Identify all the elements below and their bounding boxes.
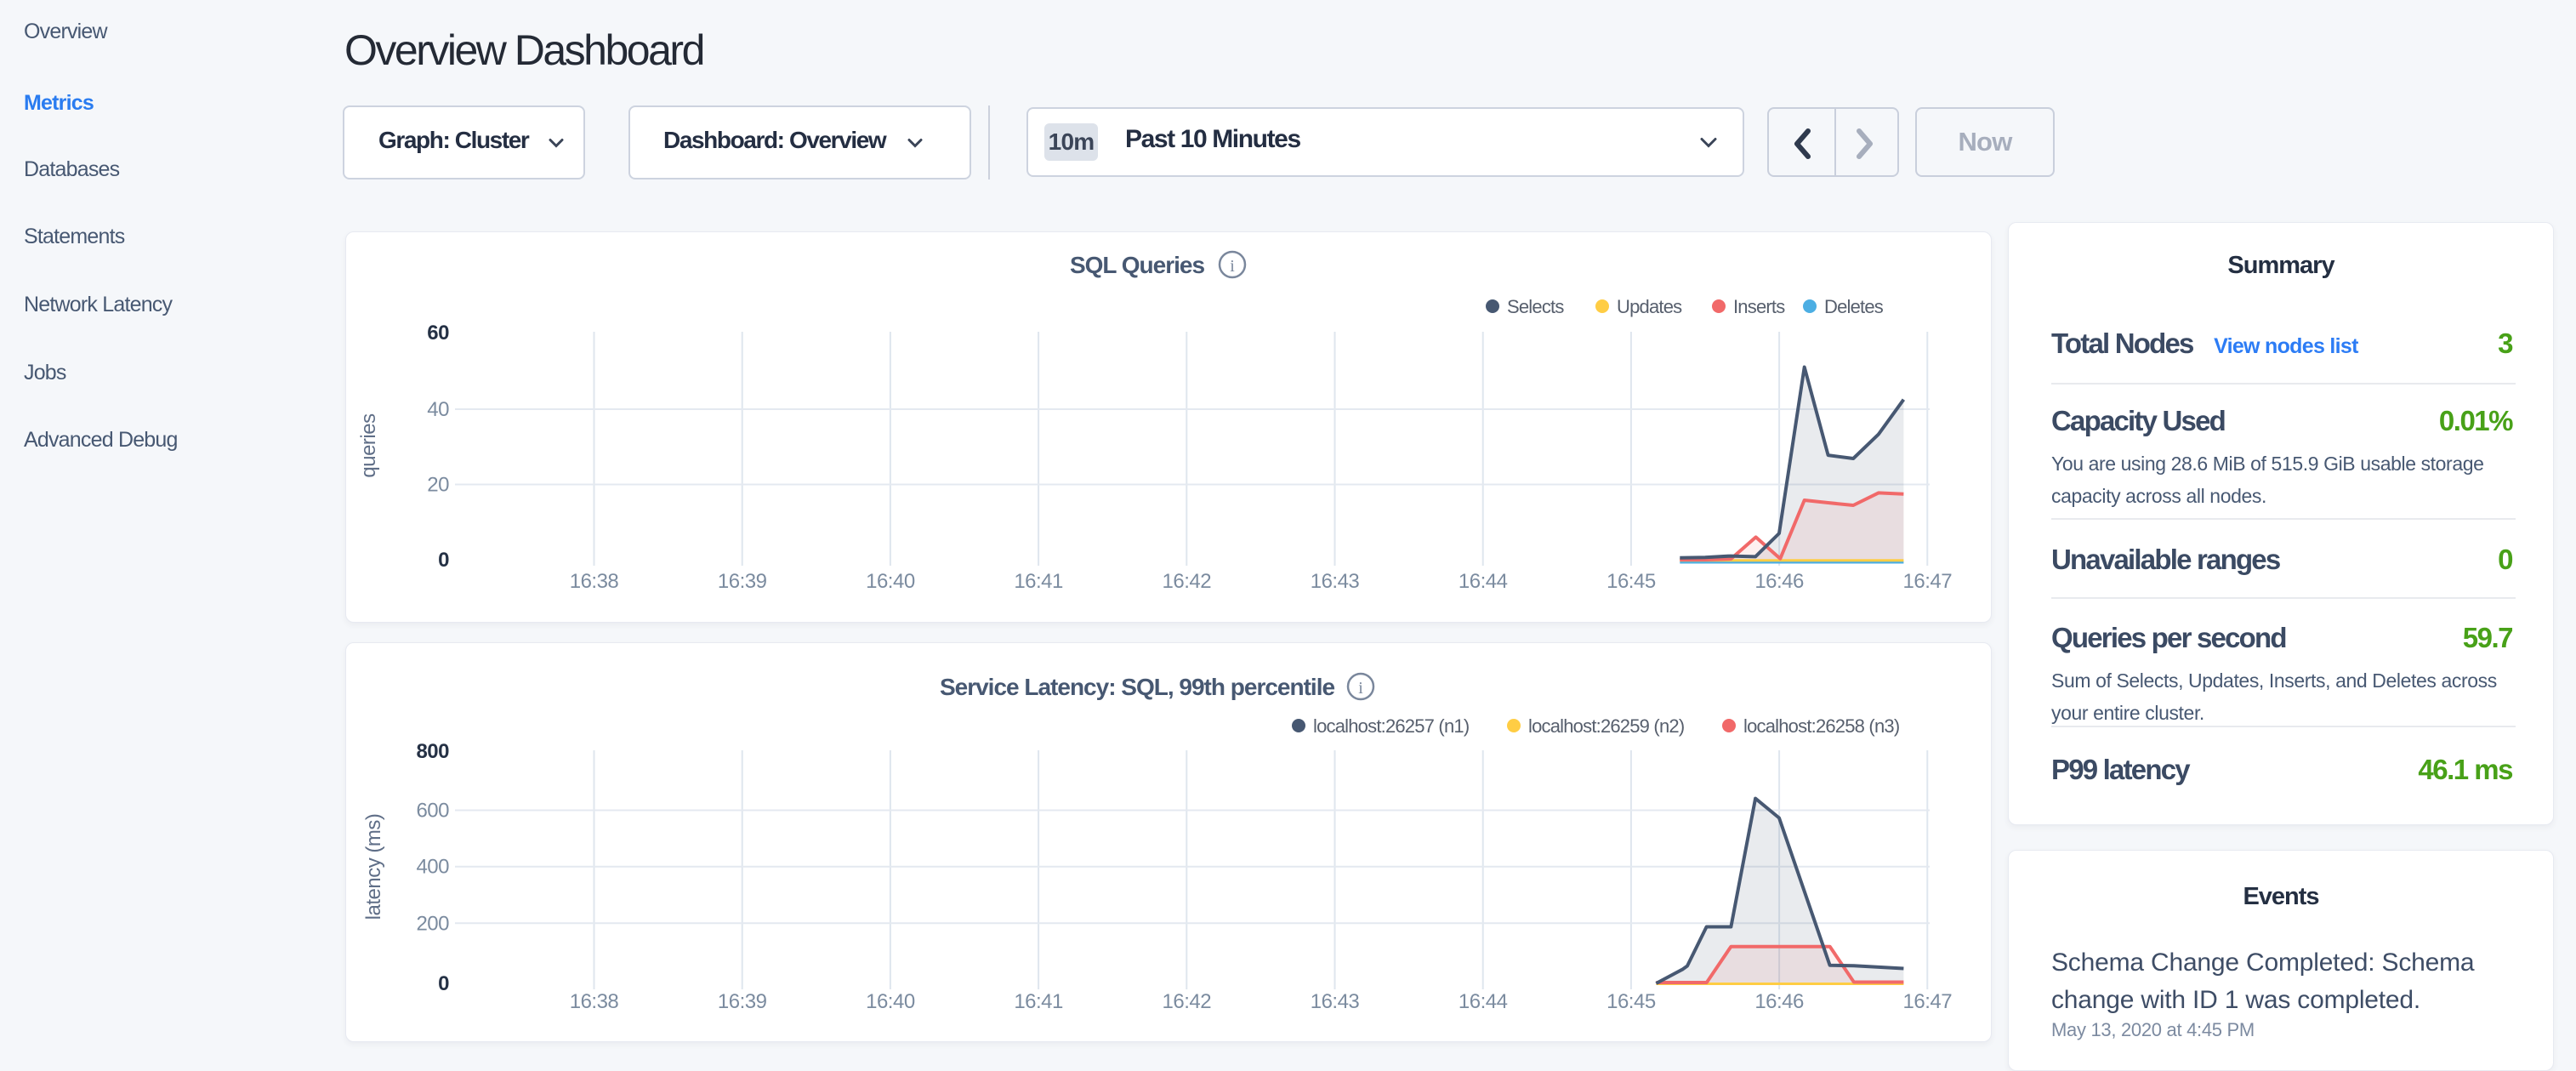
svg-text:16:43: 16:43: [1311, 570, 1360, 593]
svg-text:SQL Queries: SQL Queries: [1070, 252, 1205, 278]
svg-text:16:47: 16:47: [1903, 570, 1953, 593]
svg-text:16:41: 16:41: [1014, 990, 1063, 1013]
svg-text:16:44: 16:44: [1459, 570, 1508, 593]
svg-text:0: 0: [438, 972, 449, 995]
svg-text:0: 0: [438, 549, 449, 572]
svg-text:Updates: Updates: [1617, 296, 1682, 317]
svg-text:Service Latency: SQL, 99th per: Service Latency: SQL, 99th percentile: [940, 674, 1335, 700]
svg-text:queries: queries: [357, 413, 380, 478]
svg-text:Selects: Selects: [1507, 296, 1564, 317]
svg-text:i: i: [1358, 679, 1363, 698]
svg-text:16:40: 16:40: [866, 570, 915, 593]
svg-text:16:41: 16:41: [1014, 570, 1063, 593]
svg-text:400: 400: [416, 856, 449, 879]
svg-text:16:40: 16:40: [866, 990, 915, 1013]
svg-text:600: 600: [416, 800, 449, 823]
svg-text:16:46: 16:46: [1754, 990, 1804, 1013]
svg-text:16:39: 16:39: [718, 570, 767, 593]
svg-text:40: 40: [427, 398, 449, 421]
svg-text:16:39: 16:39: [718, 990, 767, 1013]
svg-text:16:45: 16:45: [1606, 990, 1656, 1013]
svg-text:latency (ms): latency (ms): [362, 814, 385, 920]
svg-text:localhost:26259 (n2): localhost:26259 (n2): [1528, 715, 1684, 737]
svg-text:16:42: 16:42: [1163, 990, 1212, 1013]
svg-text:20: 20: [427, 474, 449, 497]
svg-text:16:38: 16:38: [570, 990, 619, 1013]
svg-text:16:42: 16:42: [1163, 570, 1212, 593]
svg-text:16:38: 16:38: [570, 570, 619, 593]
svg-text:Inserts: Inserts: [1733, 296, 1785, 317]
svg-text:Deletes: Deletes: [1824, 296, 1884, 317]
svg-text:200: 200: [416, 912, 449, 935]
svg-text:16:44: 16:44: [1459, 990, 1508, 1013]
svg-text:16:46: 16:46: [1754, 570, 1804, 593]
svg-text:60: 60: [427, 322, 449, 345]
svg-text:16:45: 16:45: [1606, 570, 1656, 593]
svg-text:16:47: 16:47: [1903, 990, 1953, 1013]
svg-text:localhost:26257 (n1): localhost:26257 (n1): [1313, 715, 1469, 737]
svg-text:800: 800: [416, 740, 449, 763]
svg-text:16:43: 16:43: [1311, 990, 1360, 1013]
svg-text:i: i: [1230, 257, 1235, 276]
svg-text:localhost:26258 (n3): localhost:26258 (n3): [1743, 715, 1899, 737]
